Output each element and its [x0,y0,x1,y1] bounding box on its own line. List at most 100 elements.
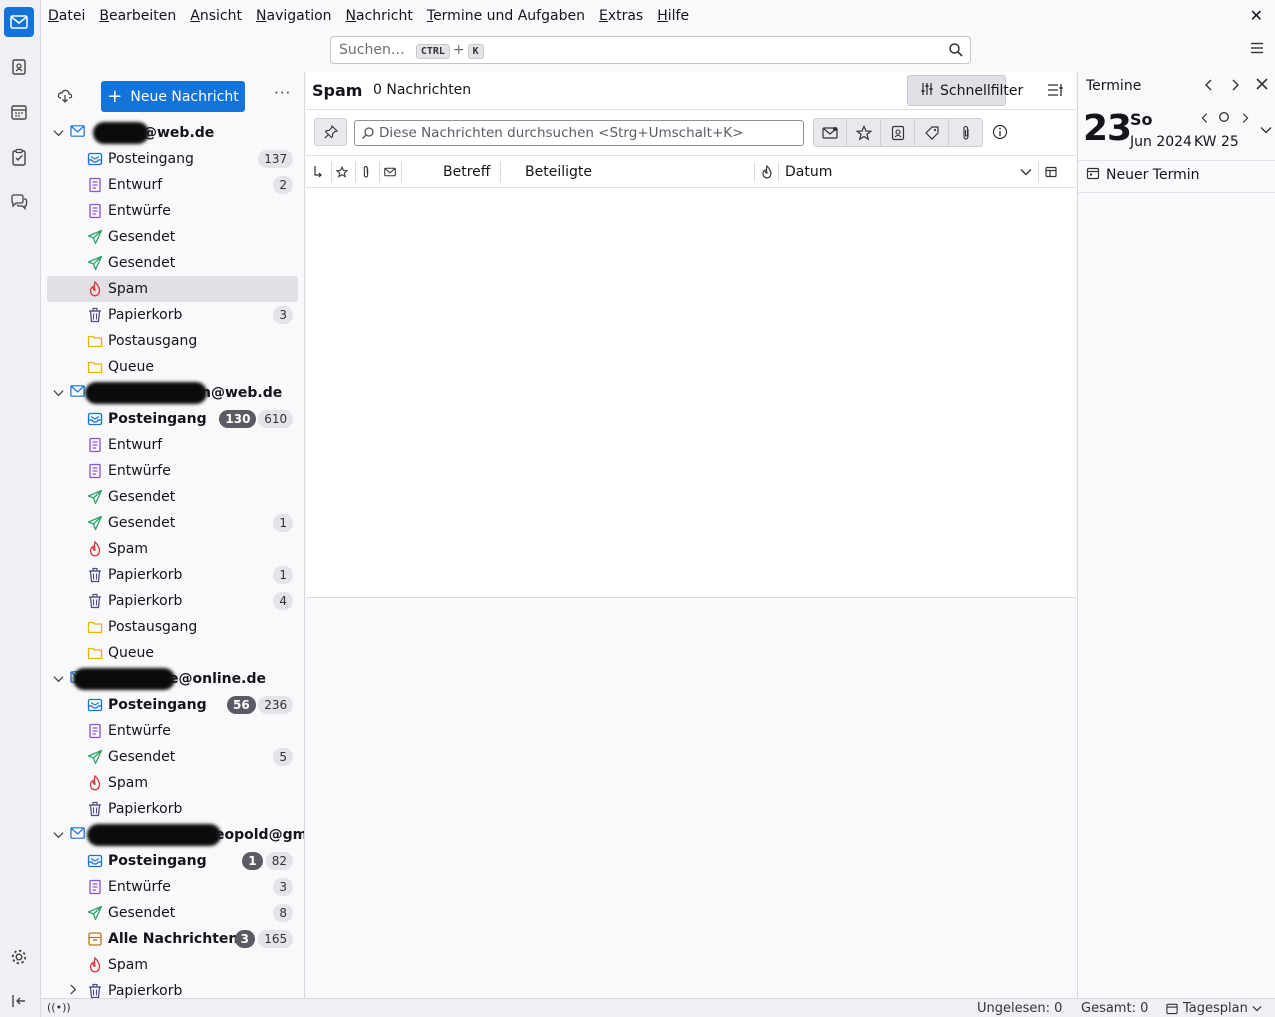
spam-icon [87,540,103,557]
folder-row-sent[interactable]: Gesendet [41,224,304,250]
draft-icon [87,203,103,219]
folder-row-spam[interactable]: Spam [41,770,304,796]
column-picker-icon[interactable] [1045,156,1057,188]
collapse-chevron-down-icon[interactable] [53,387,65,400]
account-row[interactable]: e@online.de [41,666,304,692]
folder-row-draft[interactable]: Entwürfe [41,198,304,224]
new-message-button[interactable]: + Neue Nachricht [101,81,245,112]
new-event-button[interactable]: Neuer Termin [1086,166,1199,184]
mail-space-icon[interactable] [4,7,34,37]
folder-row-folder[interactable]: Postausgang [41,328,304,354]
previous-day-icon[interactable] [1200,112,1210,128]
filter-contact-icon[interactable] [881,118,915,147]
account-row[interactable]: @web.de [41,120,304,146]
folder-name: Posteingang [108,151,194,167]
quick-filter-bar: Diese Nachrichten durchsuchen <Strg+Umsc… [306,110,1076,156]
expand-chevron-right-icon[interactable] [69,984,81,998]
tasks-space-icon[interactable] [4,142,34,172]
menu-extras[interactable]: Extras [592,0,650,32]
chevron-right-icon[interactable] [1230,78,1240,96]
window-close-button[interactable]: ✕ [1250,6,1263,25]
folder-row-folder[interactable]: Queue [41,354,304,380]
menu-ansicht[interactable]: Ansicht [183,0,249,32]
today-pane-toggle[interactable]: Tagesplan [1165,1001,1262,1016]
account-row[interactable]: eopold@gmai… [41,822,304,848]
app-menu-hamburger-icon[interactable] [1249,40,1265,60]
search-icon[interactable] [948,42,964,62]
chat-space-icon[interactable] [4,187,34,217]
folder-row-inbox[interactable]: Posteingang 610 130 [41,406,304,432]
folder-row-spam[interactable]: Spam [41,952,304,978]
folder-row-draft[interactable]: Entwurf 2 [41,172,304,198]
attachment-column-icon[interactable] [361,156,371,188]
folder-row-trash[interactable]: Papierkorb [41,796,304,822]
folder-row-sent[interactable]: Gesendet 8 [41,900,304,926]
folder-row-draft[interactable]: Entwürfe [41,458,304,484]
folder-row-spam[interactable]: Spam [47,276,298,302]
calendar-space-icon[interactable] [4,97,34,127]
filter-attachment-icon[interactable] [949,118,983,147]
filter-starred-icon[interactable] [847,118,881,147]
menu-termine-aufgaben[interactable]: Termine und Aufgaben [420,0,592,32]
folder-row-inbox[interactable]: Posteingang 137 [41,146,304,172]
collapse-chevron-down-icon[interactable] [53,829,65,842]
next-day-icon[interactable] [1240,112,1250,128]
folder-row-sent[interactable]: Gesendet [41,484,304,510]
address-book-icon[interactable] [4,52,34,82]
junk-column-icon[interactable] [761,156,773,188]
folder-row-draft[interactable]: Entwürfe [41,718,304,744]
collapse-chevron-down-icon[interactable] [53,127,65,140]
folder-row-trash[interactable]: Papierkorb 4 [41,588,304,614]
folder-row-spam[interactable]: Spam [41,536,304,562]
global-search-input[interactable]: Suchen… CTRL + K [330,36,971,64]
unread-column-icon[interactable] [384,156,396,188]
menu-hilfe[interactable]: Hilfe [650,0,696,32]
sort-chevron-down-icon[interactable] [1020,156,1032,188]
column-date[interactable]: Datum [785,156,832,188]
info-icon[interactable] [992,124,1008,144]
folder-row-trash[interactable]: Papierkorb 1 [41,562,304,588]
quick-filter-button[interactable]: Schnellfilter [907,75,1023,106]
filter-tag-icon[interactable] [915,118,949,147]
star-column-icon[interactable] [336,156,348,188]
folder-row-inbox[interactable]: Posteingang 82 1 [41,848,304,874]
quick-filter-search-input[interactable]: Diese Nachrichten durchsuchen <Strg+Umsc… [354,120,804,146]
folder-row-folder[interactable]: Queue [41,640,304,666]
folder-row-inbox[interactable]: Posteingang 236 56 [41,692,304,718]
today-pane-close-icon[interactable] [1255,76,1269,95]
get-messages-icon[interactable] [57,88,73,108]
folder-row-sent[interactable]: Gesendet 1 [41,510,304,536]
collapse-spaces-icon[interactable] [4,986,34,1016]
today-circle-icon[interactable] [1218,111,1230,127]
expand-chevron-down-icon[interactable] [1260,122,1272,138]
thread-column-icon[interactable] [312,156,324,188]
menu-bearbeiten[interactable]: Bearbeiten [92,0,183,32]
sticky-filter-pin-icon[interactable] [314,118,347,146]
folder-row-folder[interactable]: Postausgang [41,614,304,640]
folder-row-sent[interactable]: Gesendet 5 [41,744,304,770]
chevron-left-icon[interactable] [1204,78,1214,96]
folder-tree: @web.de Posteingang 137 Entwurf 2 Entwürfe Ges… [41,120,304,998]
folder-row-trash[interactable]: Papierkorb [41,978,304,998]
folder-row-trash[interactable]: Papierkorb 3 [41,302,304,328]
menu-navigation[interactable]: Navigation [249,0,339,32]
display-options-icon[interactable] [1047,82,1063,102]
menu-nachricht[interactable]: Nachricht [339,0,420,32]
folder-name: Spam [108,281,148,297]
filter-unread-icon[interactable] [813,118,847,147]
column-subject[interactable]: Betreff [443,156,490,188]
folder-row-archive[interactable]: Alle Nachrichten 165 3 [41,926,304,952]
today-month-year: Jun 2024 [1130,134,1192,150]
folder-row-draft[interactable]: Entwurf [41,432,304,458]
online-status-icon[interactable]: ((•)) [47,1001,71,1014]
column-correspondents[interactable]: Beteiligte [525,156,592,188]
collapse-chevron-down-icon[interactable] [53,673,65,686]
settings-gear-icon[interactable] [4,942,34,972]
spam-icon [87,774,103,791]
folder-row-draft[interactable]: Entwürfe 3 [41,874,304,900]
sent-icon [87,255,103,271]
account-row[interactable]: n@web.de [41,380,304,406]
menu-datei[interactable]: Datei [41,0,92,32]
folder-row-sent[interactable]: Gesendet [41,250,304,276]
folder-pane-more-button[interactable]: ··· [274,84,291,102]
